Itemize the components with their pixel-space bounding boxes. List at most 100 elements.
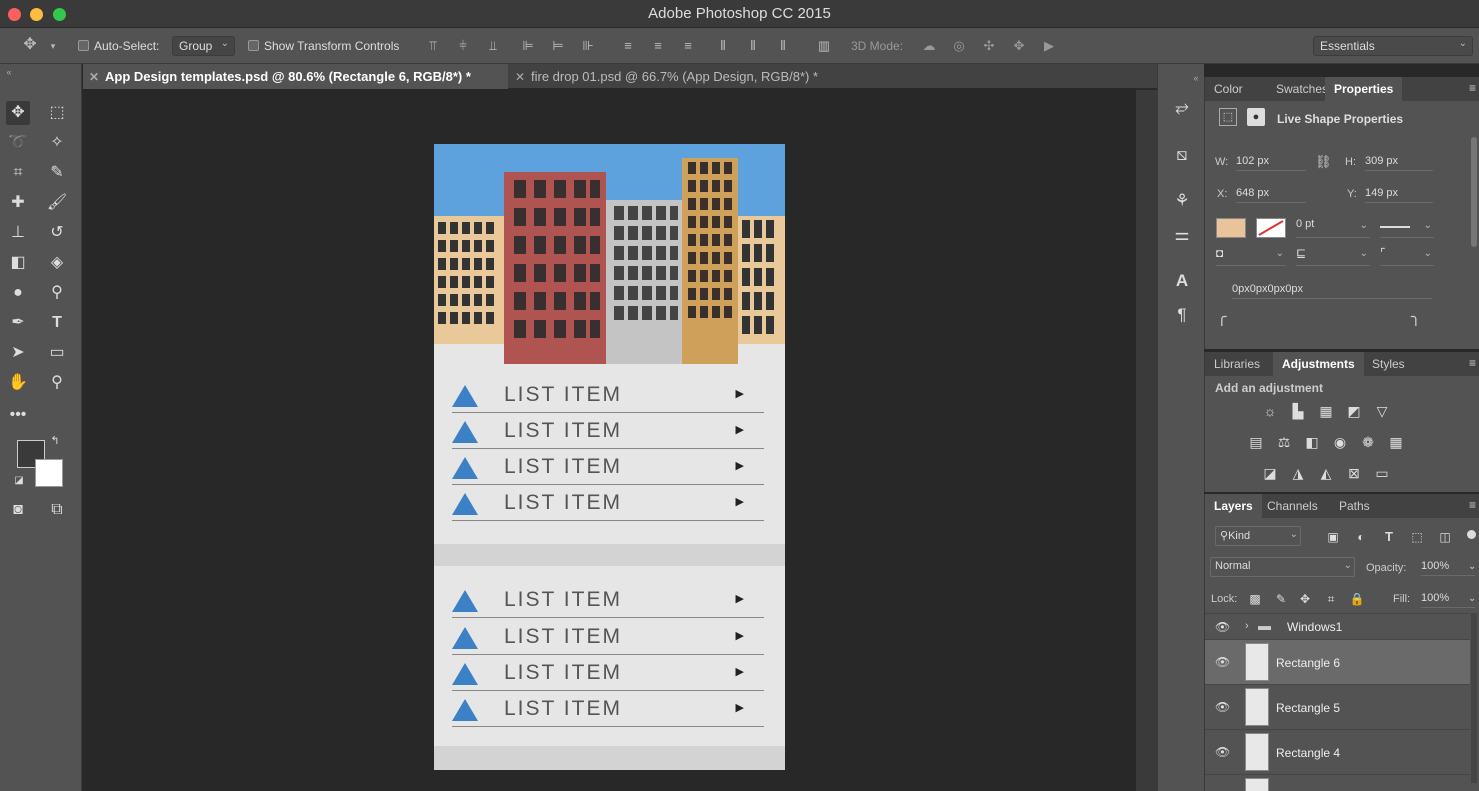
photo-filter-icon[interactable]: ◉ [1330,432,1350,452]
close-tab-icon[interactable]: ✕ [89,65,105,90]
levels-icon[interactable]: ▙ [1288,401,1308,421]
history-brush-tool-icon[interactable]: ↺ [45,221,69,245]
filter-adjustment-icon[interactable]: ◐ [1351,527,1371,547]
type-tool-icon[interactable]: T [45,311,69,335]
layer-row-selected[interactable]: 👁 Rectangle 6 [1205,639,1470,684]
channel-mixer-icon[interactable]: ❁ [1358,432,1378,452]
swap-colors-icon[interactable]: ↰ [48,434,62,448]
selective-color-icon[interactable]: ⊠ [1344,463,1364,483]
filter-smart-object-icon[interactable]: ◫ [1435,527,1455,547]
black-white-icon[interactable]: ◧ [1302,432,1322,452]
list-item[interactable]: LIST ITEM ▶ [452,377,764,413]
invert-icon[interactable]: ◪ [1260,463,1280,483]
threshold-icon[interactable]: ◭ [1316,463,1336,483]
stroke-type-dropdown[interactable]: ⌄ [1380,218,1434,238]
panel-scrollbar[interactable] [1471,137,1477,247]
list-item[interactable]: LIST ITEM ▶ [452,485,764,521]
eraser-tool-icon[interactable]: ◧ [6,251,30,275]
visibility-eye-icon[interactable]: 👁 [1215,655,1230,669]
lock-transparency-icon[interactable]: ▩ [1245,589,1265,609]
auto-select-dropdown[interactable]: Group ⌄ [172,36,235,56]
stroke-align-dropdown[interactable]: ◘ ⌄ [1216,246,1286,266]
close-tab-icon[interactable]: ✕ [515,65,531,90]
stroke-width-dropdown[interactable]: 0 pt ⌄ [1296,218,1370,238]
document-artboard[interactable]: LIST ITEM ▶ LIST ITEM ▶ LIST ITEM ▶ LIST… [434,144,785,770]
eyedropper-tool-icon[interactable]: ✎ [45,161,69,185]
vibrance-icon[interactable]: ▽ [1372,401,1392,421]
blur-tool-icon[interactable]: ● [6,281,30,305]
blend-mode-dropdown[interactable]: Normal ⌄ [1210,557,1355,577]
tab-paths[interactable]: Paths [1330,494,1379,518]
auto-select-checkbox[interactable] [78,40,89,51]
filter-type-icon[interactable]: T [1379,527,1399,547]
chevron-down-icon[interactable]: ⌄ [1468,593,1476,604]
auto-align-icon[interactable]: ▥ [816,38,832,54]
tab-app-design-templates[interactable]: ✕ App Design templates.psd @ 80.6% (Recta… [83,64,508,89]
panel-menu-icon[interactable]: ≡ [1469,498,1476,512]
canvas-area[interactable]: LIST ITEM ▶ LIST ITEM ▶ LIST ITEM ▶ LIST… [83,90,1136,791]
chevron-down-icon[interactable]: ⌄ [1468,561,1476,572]
default-colors-icon[interactable]: ◪ [12,474,26,488]
distribute-right-icon[interactable]: ⦀ [775,38,791,54]
mask-icon[interactable]: ● [1247,108,1265,126]
filter-toggle-icon[interactable] [1467,530,1476,539]
fill-color-swatch[interactable] [1216,218,1246,238]
panel-menu-icon[interactable]: ≡ [1469,356,1476,370]
tab-adjustments[interactable]: Adjustments [1273,352,1364,376]
tab-channels[interactable]: Channels [1258,494,1327,518]
background-color-swatch[interactable] [35,459,63,487]
gradient-map-icon[interactable]: ▭ [1372,463,1392,483]
marquee-tool-icon[interactable]: ⬚ [45,101,69,125]
lock-position-icon[interactable]: ✥ [1295,589,1315,609]
layers-scrollbar[interactable] [1471,613,1477,783]
path-selection-tool-icon[interactable]: ➤ [6,341,30,365]
move-tool-icon[interactable]: ✥ [6,101,30,125]
brush-tool-icon[interactable]: 🖌 [45,191,69,215]
quick-mask-icon[interactable]: ◙ [6,498,30,522]
history-panel-icon[interactable]: ⥂ [1170,95,1194,119]
more-tools-icon[interactable]: ••• [6,403,30,427]
tab-layers[interactable]: Layers [1205,494,1262,518]
corner-top-left-icon[interactable]: ╭ [1217,307,1227,327]
width-field[interactable]: 102 px [1236,153,1306,171]
show-transform-checkbox[interactable] [248,40,259,51]
tab-styles[interactable]: Styles [1363,352,1414,376]
stroke-corners-dropdown[interactable]: ⌜ ⌄ [1380,246,1434,266]
height-field[interactable]: 309 px [1365,153,1433,171]
vertical-scrollbar[interactable] [1136,90,1157,791]
3d-orbit-icon[interactable]: ☁ [921,38,937,54]
curves-icon[interactable]: ▦ [1316,401,1336,421]
color-balance-icon[interactable]: ⚖ [1274,432,1294,452]
character-panel-icon[interactable]: A [1170,269,1194,293]
move-tool-icon[interactable]: ✥ [22,37,38,53]
tab-libraries[interactable]: Libraries [1205,352,1269,376]
tab-properties[interactable]: Properties [1325,77,1403,101]
stroke-color-swatch[interactable] [1256,218,1286,238]
3d-roll-icon[interactable]: ◎ [951,38,967,54]
link-icon[interactable]: ⛓ [1315,154,1332,170]
clone-stamp-tool-icon[interactable]: ⊥ [6,221,30,245]
paragraph-panel-icon[interactable]: ¶ [1170,303,1194,327]
stroke-caps-dropdown[interactable]: ⊑ ⌄ [1296,246,1370,266]
distribute-bottom-icon[interactable]: ≡ [680,38,696,54]
tool-presets-panel-icon[interactable]: ⚌ [1170,223,1194,247]
align-bottom-icon[interactable]: ⫫ [485,38,501,54]
lock-artboard-icon[interactable]: ⌗ [1321,589,1341,609]
distribute-left-icon[interactable]: ⦀ [715,38,731,54]
align-left-icon[interactable]: ⊫ [520,38,536,54]
align-vcenter-icon[interactable]: ⫩ [455,38,471,54]
lock-pixels-icon[interactable]: ✎ [1271,589,1291,609]
paint-bucket-tool-icon[interactable]: ◈ [45,251,69,275]
visibility-eye-icon[interactable]: 👁 [1215,620,1230,634]
layer-row-group[interactable]: 👁 › ▬ Windows1 [1205,613,1470,639]
expand-chevron-icon[interactable]: › [1245,620,1249,632]
3d-pan-icon[interactable]: ✣ [981,38,997,54]
magic-wand-tool-icon[interactable]: ✧ [45,131,69,155]
color-lookup-icon[interactable]: ▦ [1386,432,1406,452]
visibility-eye-icon[interactable]: 👁 [1215,700,1230,714]
fill-field[interactable]: 100% [1421,590,1475,608]
layer-row[interactable]: 👁 Rectangle 5 [1205,684,1470,729]
list-item[interactable]: LIST ITEM ▶ [452,413,764,449]
3d-slide-icon[interactable]: ✥ [1011,38,1027,54]
collapse-toolbar-icon[interactable]: « [3,66,15,78]
